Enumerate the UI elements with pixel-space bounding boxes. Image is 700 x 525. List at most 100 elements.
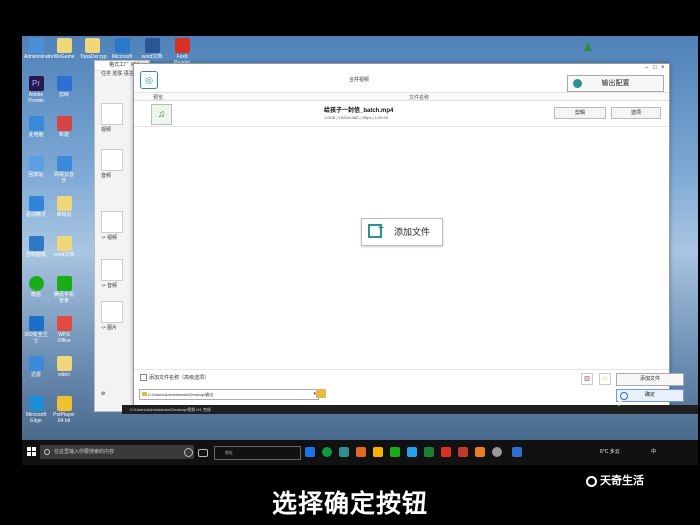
app-icon: [56, 76, 72, 91]
options-button[interactable]: 选项: [611, 107, 661, 119]
headphones-icon: [101, 259, 123, 281]
filename-checkbox[interactable]: 添加文件名称（高级选项）: [140, 374, 209, 382]
side-item-audio[interactable]: 音频: [101, 149, 135, 179]
clip-button[interactable]: 剪辑: [554, 107, 606, 119]
file-list-header: 预览 文件名称: [134, 93, 669, 101]
desktop-icon[interactable]: 微信: [24, 276, 48, 298]
app-taskbar-icon[interactable]: [475, 447, 485, 457]
desktop-icon[interactable]: 腾讯手机管家: [52, 276, 76, 304]
app-icon: [28, 196, 44, 211]
side-item-disc[interactable]: -> 图片: [101, 301, 135, 331]
desktop-icon[interactable]: Microsoft Edge: [24, 396, 48, 424]
status-strip: C:\Users\Administrator\Desktop\视频 0/1 完成: [122, 405, 698, 414]
video-subtitle: 选择确定按钮: [271, 490, 428, 518]
app-taskbar-icon[interactable]: [339, 447, 349, 457]
wechat-icon: [28, 276, 44, 291]
close-button[interactable]: ×: [661, 65, 665, 71]
wps-taskbar-icon[interactable]: [458, 447, 468, 457]
taskbar-search-input[interactable]: 在这里输入你要搜索的内容: [40, 445, 194, 459]
open-folder-icon[interactable]: ▭: [599, 373, 611, 385]
desktop-icon[interactable]: 此电脑: [24, 116, 48, 138]
foxit-icon: [174, 38, 190, 53]
desktop-icon[interactable]: video: [52, 356, 76, 378]
recycle-bin-icon: [28, 156, 44, 171]
file-name: 给孩子一封信_batch.mp4: [324, 108, 394, 114]
desktop-icon[interactable]: PotPlayer 64 bit: [52, 396, 76, 424]
picture-icon: [101, 211, 123, 233]
task-view-icon[interactable]: [198, 449, 208, 457]
control-panel-icon: [28, 236, 44, 251]
app-taskbar-icon[interactable]: [492, 447, 502, 457]
desktop-icon[interactable]: 控制面板: [24, 236, 48, 258]
edge-taskbar-icon[interactable]: [305, 447, 315, 457]
app-taskbar-icon[interactable]: [512, 447, 522, 457]
add-file-icon: [368, 216, 384, 242]
edge-icon: [114, 38, 130, 53]
user-icon: [28, 38, 44, 53]
shield-icon: [28, 316, 44, 331]
desktop-icon[interactable]: 网易云音乐: [52, 156, 76, 184]
disc-icon: [101, 301, 123, 323]
window-title: 合并视频: [349, 77, 370, 83]
browse-folder-button[interactable]: [316, 389, 326, 398]
folder-taskbar-icon[interactable]: [373, 447, 383, 457]
desktop-icon[interactable]: WPS Office: [52, 316, 76, 344]
side-item-video[interactable]: 视频: [101, 103, 135, 133]
potplayer-icon: [56, 396, 72, 411]
address-bar[interactable]: 地址: [214, 446, 301, 460]
desktop-icon[interactable]: 驱动精灵: [24, 196, 48, 218]
desktop-icon[interactable]: word文档: [52, 236, 76, 258]
gear-icon: [573, 79, 582, 88]
folder-icon: [56, 38, 72, 53]
minimize-button[interactable]: –: [645, 65, 648, 71]
file-row[interactable]: ♫ 给孩子一封信_batch.mp4 1.0GB | 1920x1080 | 2…: [134, 101, 669, 127]
app-icon: [56, 116, 72, 131]
add-file-button[interactable]: 添加文件: [616, 373, 684, 386]
output-settings-button[interactable]: 输出配置: [567, 75, 664, 92]
desktop-icon[interactable]: 谁知道: [52, 196, 76, 218]
app-taskbar-icon[interactable]: [407, 447, 417, 457]
excel-taskbar-icon[interactable]: [424, 447, 434, 457]
desktop-icon[interactable]: 360安全卫士: [24, 316, 48, 344]
start-button[interactable]: [27, 447, 37, 457]
desktop-icon[interactable]: word文档: [140, 38, 164, 60]
premiere-icon: Pr: [28, 76, 44, 91]
side-item-tools[interactable]: ⚙: [101, 391, 135, 397]
desktop-icon[interactable]: Administrator: [24, 38, 53, 60]
wechat-taskbar-icon[interactable]: [390, 447, 400, 457]
ok-button[interactable]: 确定: [616, 389, 684, 402]
desktop-icon[interactable]: TopaDecryp: [80, 38, 107, 60]
folder-icon: [142, 392, 147, 396]
column-file-name: 文件名称: [409, 95, 430, 101]
input-language[interactable]: 中: [651, 449, 656, 455]
desktop-icon[interactable]: 迅雷: [24, 356, 48, 378]
folder-icon: [56, 236, 72, 251]
desktop-icon[interactable]: 剪映: [52, 76, 76, 98]
delete-icon[interactable]: ▥: [581, 373, 593, 385]
word-icon: [144, 38, 160, 53]
app-taskbar-icon[interactable]: [441, 447, 451, 457]
maximize-button[interactable]: □: [653, 65, 657, 71]
chrome-taskbar-icon[interactable]: [322, 447, 332, 457]
merge-video-window: ◎ 合并视频 – □ × 输出配置 预览 文件名称 ♫ 给孩子一封信_batch…: [133, 63, 684, 407]
desktop-icon[interactable]: 新建: [52, 116, 76, 138]
tree-icon: [584, 42, 592, 51]
add-file-center-button[interactable]: 添加文件: [361, 216, 443, 246]
output-path-select[interactable]: C:\Users\Administrator\Desktop\输出 ▾: [139, 389, 319, 400]
system-tray[interactable]: 6°C 多云 中: [600, 448, 656, 455]
edge-icon: [28, 396, 44, 411]
window-header: ◎ 合并视频 – □ × 输出配置: [134, 64, 669, 93]
desktop-icon[interactable]: WeGame: [52, 38, 76, 60]
checkbox-box[interactable]: [140, 374, 147, 382]
computer-icon: [28, 116, 44, 131]
app-taskbar-icon[interactable]: [356, 447, 366, 457]
desktop-icon[interactable]: 回收站: [24, 156, 48, 178]
audio-icon: [101, 149, 123, 171]
cortana-icon[interactable]: [184, 448, 193, 457]
desktop-icon[interactable]: Pr Adobe Premie: [24, 76, 48, 104]
app-icon: [56, 316, 72, 331]
folder-icon: [56, 196, 72, 211]
desktop-icon[interactable]: Foxit Reader: [170, 38, 194, 66]
side-item-audio-2[interactable]: -> 音频: [101, 259, 135, 289]
side-item-picture[interactable]: -> 视频: [101, 211, 135, 241]
